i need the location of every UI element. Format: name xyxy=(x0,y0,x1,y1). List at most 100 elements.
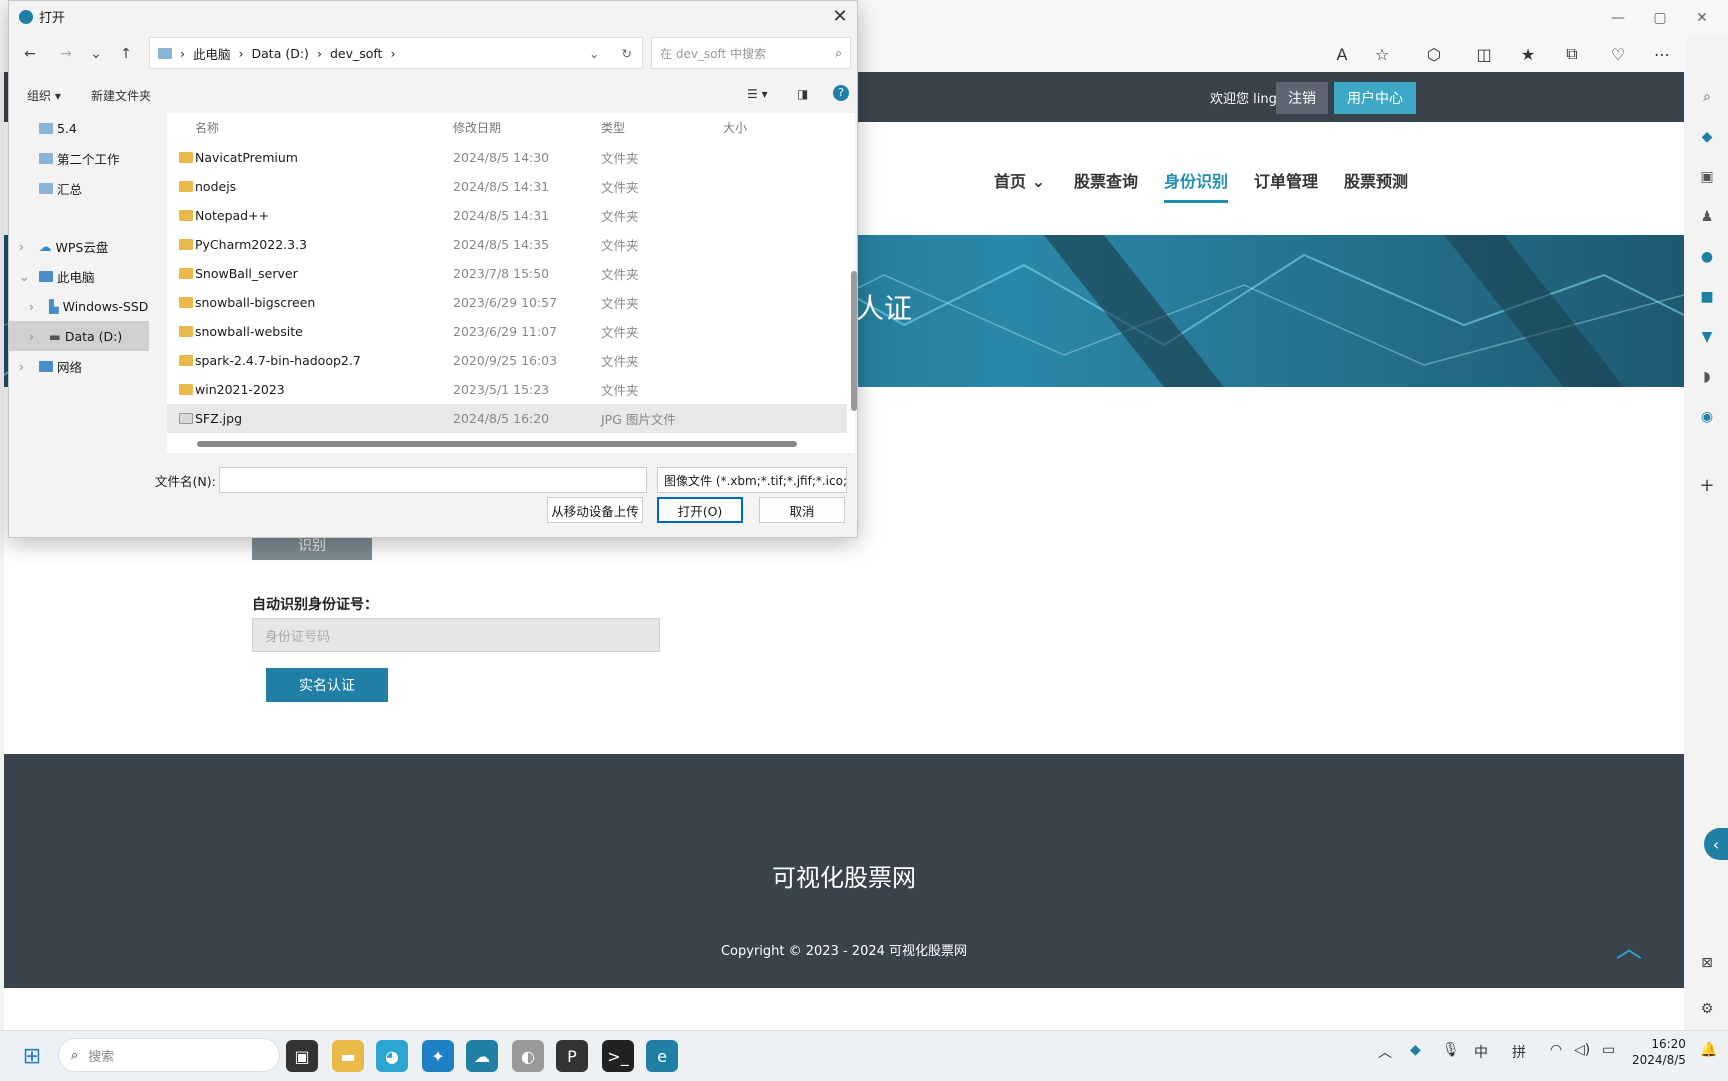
terminal-icon[interactable]: >_ xyxy=(602,1040,634,1072)
nav-orders[interactable]: 订单管理 xyxy=(1254,168,1318,192)
table-row[interactable]: SFZ.jpg 2024/8/5 16:20 JPG 图片文件 xyxy=(167,404,847,433)
help-icon[interactable]: ? xyxy=(833,85,849,101)
verify-button[interactable]: 实名认证 xyxy=(266,668,388,702)
breadcrumb-item[interactable]: dev_soft xyxy=(330,46,383,61)
favorite-icon[interactable]: ☆ xyxy=(1366,38,1398,70)
wifi-icon[interactable]: ◠ xyxy=(1550,1042,1562,1058)
file-explorer-icon[interactable]: ▬ xyxy=(332,1040,364,1072)
expand-icon[interactable]: › xyxy=(29,299,45,314)
nav-item-second-work[interactable]: 第二个工作 xyxy=(9,143,149,173)
column-date[interactable]: 修改日期 xyxy=(453,119,501,136)
split-screen-icon[interactable]: ◫ xyxy=(1468,38,1500,70)
table-row[interactable]: snowball-bigscreen 2023/6/29 10:57 文件夹 xyxy=(167,288,847,317)
close-window-icon[interactable]: ✕ xyxy=(1682,6,1722,30)
volume-icon[interactable]: ◁) xyxy=(1574,1042,1590,1058)
screenshot-icon[interactable]: ⊠ xyxy=(1696,952,1718,974)
minimize-icon[interactable]: — xyxy=(1598,6,1638,30)
expand-icon[interactable]: › xyxy=(19,239,35,254)
file-type-select[interactable]: 图像文件 (*.xbm;*.tif;*.jfif;*.ico; xyxy=(657,467,847,493)
games-icon[interactable]: ♟ xyxy=(1696,206,1718,228)
favorites-icon[interactable]: ★ xyxy=(1512,38,1544,70)
filename-input[interactable] xyxy=(219,467,647,493)
taskbar-search[interactable]: ⌕ 搜索 xyxy=(58,1038,280,1072)
start-icon[interactable]: ⊞ xyxy=(16,1040,48,1072)
outlook-icon[interactable]: ■ xyxy=(1696,286,1718,308)
briefcase-icon[interactable]: ▣ xyxy=(1696,166,1718,188)
nav-item-data-d[interactable]: › ▬ Data (D:) xyxy=(9,321,149,351)
breadcrumb-item[interactable]: 此电脑 xyxy=(193,44,231,63)
table-row[interactable]: SnowBall_server 2023/7/8 15:50 文件夹 xyxy=(167,259,847,288)
edge-taskbar-icon[interactable]: e xyxy=(646,1040,678,1072)
open-button[interactable]: 打开(O) xyxy=(657,497,743,523)
vertical-scrollbar[interactable] xyxy=(851,271,857,411)
nav-item-summary[interactable]: 汇总 xyxy=(9,173,149,203)
table-row[interactable]: spark-2.4.7-bin-hadoop2.7 2020/9/25 16:03… xyxy=(167,346,847,375)
more-icon[interactable]: ⋯ xyxy=(1646,38,1678,70)
tray-app-icon[interactable]: ◆ xyxy=(1410,1042,1421,1058)
collections-icon[interactable]: ⧉ xyxy=(1556,38,1588,70)
nav-stock-query[interactable]: 股票查询 xyxy=(1074,168,1138,192)
refresh-icon[interactable]: ↻ xyxy=(622,46,632,61)
view-menu-icon[interactable]: ☰ ▾ xyxy=(747,87,768,101)
ime-lang[interactable]: 中 xyxy=(1474,1042,1488,1062)
table-row[interactable]: Notepad++ 2024/8/5 14:31 文件夹 xyxy=(167,201,847,230)
table-row[interactable]: win2021-2023 2023/5/1 15:23 文件夹 xyxy=(167,375,847,404)
dialog-close-icon[interactable]: ✕ xyxy=(827,3,853,29)
add-icon[interactable]: + xyxy=(1696,474,1718,496)
cancel-button[interactable]: 取消 xyxy=(759,497,845,523)
address-bar[interactable] xyxy=(850,36,1310,72)
table-row[interactable]: PyCharm2022.3.3 2024/8/5 14:35 文件夹 xyxy=(167,230,847,259)
read-aloud-icon[interactable]: A xyxy=(1326,38,1358,70)
upload-from-mobile-button[interactable]: 从移动设备上传 xyxy=(547,497,643,523)
tray-overflow-icon[interactable]: ︿ xyxy=(1378,1042,1392,1062)
column-size[interactable]: 大小 xyxy=(723,119,747,136)
extensions-icon[interactable]: ⬡ xyxy=(1418,38,1450,70)
nav-item-wps-cloud[interactable]: › ☁ WPS云盘 xyxy=(9,231,149,261)
breadcrumb[interactable]: › 此电脑 › Data (D:) › dev_soft › ⌄ ↻ xyxy=(149,37,643,69)
drop-icon[interactable]: ◗ xyxy=(1696,366,1718,388)
nav-item-network[interactable]: › 网络 xyxy=(9,351,149,381)
tag-icon[interactable]: ◆ xyxy=(1696,126,1718,148)
column-type[interactable]: 类型 xyxy=(601,119,625,136)
organize-menu[interactable]: 组织 ▾ xyxy=(27,87,61,104)
preview-pane-icon[interactable]: ◨ xyxy=(797,87,808,101)
new-folder-button[interactable]: 新建文件夹 xyxy=(91,87,151,104)
column-name[interactable]: 名称 xyxy=(195,119,219,136)
back-to-top-icon[interactable]: ︿ xyxy=(1616,928,1644,964)
spotify-icon[interactable]: ◉ xyxy=(1696,406,1718,428)
ime-mode[interactable]: 拼 xyxy=(1512,1042,1526,1062)
clock[interactable]: 16:20 2024/8/5 xyxy=(1632,1036,1686,1068)
expand-icon[interactable]: › xyxy=(29,329,45,344)
breadcrumb-item[interactable]: Data (D:) xyxy=(252,46,309,61)
up-icon[interactable]: ↑ xyxy=(113,41,139,67)
app-icon-blue[interactable]: ✦ xyxy=(422,1040,454,1072)
nav-item-windows-ssd[interactable]: › ▙ Windows-SSD xyxy=(9,291,149,321)
back-icon[interactable]: ← xyxy=(17,41,43,67)
folder-search-input[interactable]: 在 dev_soft 中搜索 ⌕ xyxy=(651,37,851,69)
nav-home[interactable]: 首页 ⌄ xyxy=(994,168,1045,192)
expand-icon[interactable]: › xyxy=(19,359,35,374)
id-number-input[interactable]: 身份证号码 xyxy=(252,618,660,652)
task-view-icon[interactable]: ▣ xyxy=(286,1040,318,1072)
settings-icon[interactable]: ⚙ xyxy=(1696,998,1718,1020)
browser-essentials-icon[interactable]: ♡ xyxy=(1602,38,1634,70)
logout-button[interactable]: 注销 xyxy=(1276,82,1328,114)
shopping-icon[interactable]: ▼ xyxy=(1696,326,1718,348)
nav-item-this-pc[interactable]: ⌄ 此电脑 xyxy=(9,261,149,291)
horizontal-scrollbar[interactable] xyxy=(197,441,797,447)
path-dropdown-icon[interactable]: ⌄ xyxy=(589,46,599,61)
table-row[interactable]: NavicatPremium 2024/8/5 14:30 文件夹 xyxy=(167,143,847,172)
table-row[interactable]: snowball-website 2023/6/29 11:07 文件夹 xyxy=(167,317,847,346)
app-icon-gray[interactable]: ◐ xyxy=(512,1040,544,1072)
nav-item-5-4[interactable]: 5.4 xyxy=(9,113,149,143)
recent-dropdown-icon[interactable]: ⌄ xyxy=(83,41,109,67)
m365-icon[interactable]: ● xyxy=(1696,246,1718,268)
notification-icon[interactable]: 🔔 xyxy=(1700,1042,1717,1058)
collapse-tab-icon[interactable]: ‹ xyxy=(1704,828,1728,860)
collapse-icon[interactable]: ⌄ xyxy=(19,269,35,284)
pycharm-icon[interactable]: P xyxy=(556,1040,588,1072)
chat-icon[interactable]: ◕ xyxy=(376,1040,408,1072)
user-center-button[interactable]: 用户中心 xyxy=(1334,82,1416,114)
search-icon[interactable]: ⌕ xyxy=(1696,86,1718,108)
nav-stock-predict[interactable]: 股票预测 xyxy=(1344,168,1408,192)
